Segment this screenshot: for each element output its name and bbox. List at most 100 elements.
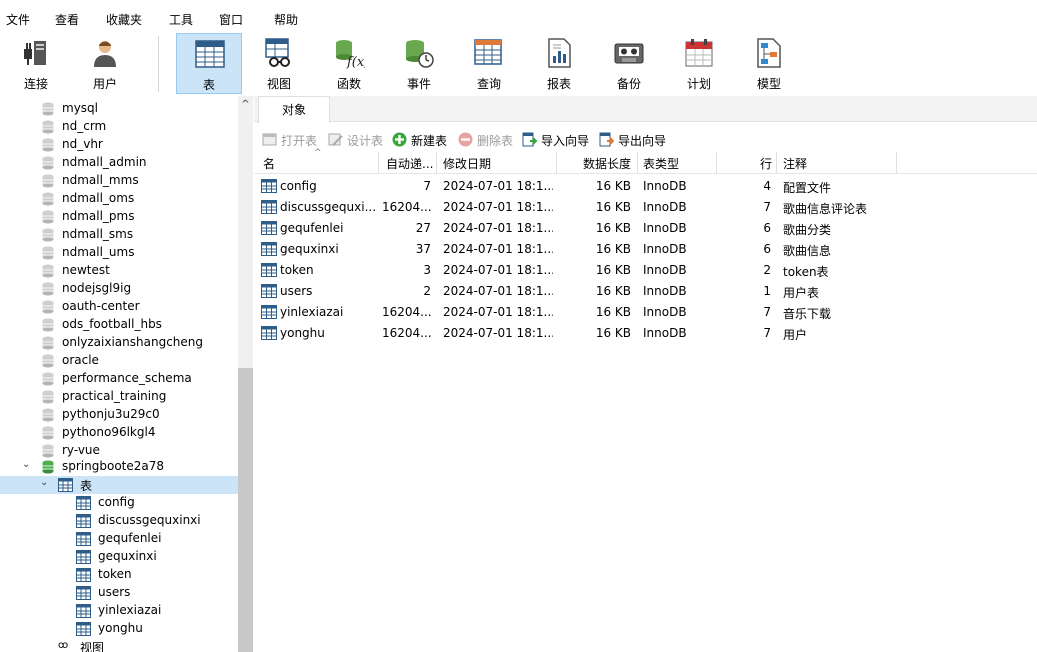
tree-item-database[interactable]: ndmall_ums	[0, 244, 238, 262]
tree-item-table[interactable]: gequxinxi	[0, 548, 238, 566]
tree-item-database[interactable]: oauth-center	[0, 298, 238, 316]
cell-autoinc: 16204...	[382, 200, 431, 214]
connection-tree: mysql nd_crm nd_vhr ndmall_admin ndmall_mms n…	[0, 96, 238, 652]
scroll-up-arrow-icon[interactable]: ^	[238, 96, 253, 114]
column-header-rows[interactable]: 行	[760, 155, 772, 172]
table-row[interactable]: token 3 2024-07-01 18:1... 16 KB InnoDB 2 toke…	[254, 260, 1037, 281]
toolbar-backup-button[interactable]: 备份	[596, 33, 662, 94]
tree-item-database[interactable]: nd_crm	[0, 118, 238, 136]
tree-item-database[interactable]: newtest	[0, 262, 238, 280]
toolbar-user-button[interactable]: 用户	[72, 33, 138, 94]
view-icon	[265, 38, 290, 67]
tree-item-database[interactable]: mysql	[0, 100, 238, 118]
column-divider[interactable]	[896, 152, 897, 174]
menu-file[interactable]: 文件	[6, 11, 30, 28]
menu-tools[interactable]: 工具	[169, 11, 193, 28]
cell-comment: 配置文件	[783, 181, 832, 195]
column-header-name[interactable]: 名	[263, 155, 275, 172]
tree-scrollbar-thumb[interactable]	[238, 368, 253, 652]
table-row[interactable]: config 7 2024-07-01 18:1... 16 KB InnoDB 4 配置文…	[254, 176, 1037, 197]
table-row[interactable]: discussgequxi... 16204... 2024-07-01 18:1.…	[254, 197, 1037, 218]
object-list-header: 名 ^ 自动递... 修改日期 数据长度 表类型 行 注释	[254, 148, 1037, 174]
tree-item-table[interactable]: yinlexiazai	[0, 602, 238, 620]
column-header-comment[interactable]: 注释	[783, 155, 807, 172]
user-icon	[94, 41, 116, 67]
tree-item-database[interactable]: ndmall_oms	[0, 190, 238, 208]
tree-item-label: nodejsgl9ig	[62, 281, 132, 295]
tree-item-label: users	[98, 585, 131, 599]
tree-item-database[interactable]: oracle	[0, 352, 238, 370]
tree-item-database[interactable]: ndmall_pms	[0, 208, 238, 226]
column-divider[interactable]	[776, 152, 777, 174]
tree-item-database[interactable]: ods_football_hbs	[0, 316, 238, 334]
toolbar-view-button[interactable]: 视图	[246, 33, 312, 94]
database-icon	[42, 156, 54, 170]
table-row[interactable]: gequxinxi 37 2024-07-01 18:1... 16 KB InnoDB…	[254, 239, 1037, 260]
tree-item-database[interactable]: ndmall_mms	[0, 172, 238, 190]
cell-type: InnoDB	[643, 179, 687, 193]
tree-item-open-db[interactable]: ⌄ springboote2a78	[0, 458, 238, 476]
chevron-down-icon[interactable]: ⌄	[22, 459, 30, 470]
cell-modified: 2024-07-01 18:1...	[443, 200, 553, 214]
toolbar-event-button[interactable]: 事件	[386, 33, 452, 94]
column-divider[interactable]	[716, 152, 717, 174]
menu-view[interactable]: 查看	[55, 11, 79, 28]
tree-item-table[interactable]: gequfenlei	[0, 530, 238, 548]
database-icon	[42, 282, 54, 296]
toolbar-model-button[interactable]: 模型	[736, 33, 802, 94]
tree-item-database[interactable]: practical_training	[0, 388, 238, 406]
tab-objects[interactable]: 对象	[258, 96, 330, 123]
chevron-down-icon[interactable]: ⌄	[40, 477, 48, 488]
table-icon	[261, 179, 277, 193]
table-row[interactable]: gequfenlei 27 2024-07-01 18:1... 16 KB InnoD…	[254, 218, 1037, 239]
tree-item-label: nd_crm	[62, 119, 107, 133]
tree-item-database[interactable]: pythonju3u29c0	[0, 406, 238, 424]
column-header-type[interactable]: 表类型	[643, 155, 679, 172]
backup-icon	[614, 43, 644, 64]
tree-item-table[interactable]: users	[0, 584, 238, 602]
export-icon	[599, 132, 614, 147]
cell-datalen: 16 KB	[595, 221, 631, 235]
tree-item-label: onlyzaixianshangcheng	[62, 335, 204, 349]
object-toolbar: 打开表 设计表 新建表 删除表 导入向导 导出向导	[254, 128, 1037, 150]
database-icon	[42, 318, 54, 332]
cell-name: gequxinxi	[280, 242, 339, 256]
tree-item-database[interactable]: ndmall_admin	[0, 154, 238, 172]
tree-item-table[interactable]: token	[0, 566, 238, 584]
table-row[interactable]: yinlexiazai 16204... 2024-07-01 18:1... 16 …	[254, 302, 1037, 323]
toolbar-report-button[interactable]: 报表	[526, 33, 592, 94]
design-table-icon	[328, 133, 343, 146]
tree-item-label: yonghu	[98, 621, 143, 635]
menu-help[interactable]: 帮助	[274, 11, 298, 28]
tree-item-database[interactable]: nd_vhr	[0, 136, 238, 154]
column-divider[interactable]	[378, 152, 379, 174]
column-header-datalen[interactable]: 数据长度	[583, 155, 631, 172]
table-row[interactable]: users 2 2024-07-01 18:1... 16 KB InnoDB 1 用户表	[254, 281, 1037, 302]
toolbar-function-button[interactable]: f(x) 函数	[316, 33, 382, 94]
column-divider[interactable]	[436, 152, 437, 174]
column-header-autoinc[interactable]: 自动递...	[386, 155, 433, 172]
toolbar-label: 模型	[756, 77, 781, 91]
table-row[interactable]: yonghu 16204... 2024-07-01 18:1... 16 KB Inn…	[254, 323, 1037, 344]
tree-item-tables-node[interactable]: ⌄ 表	[0, 476, 238, 494]
tree-item-database[interactable]: nodejsgl9ig	[0, 280, 238, 298]
tree-item-database[interactable]: pythono96lkgl4	[0, 424, 238, 442]
menu-favorites[interactable]: 收藏夹	[106, 11, 142, 28]
column-header-modified[interactable]: 修改日期	[443, 155, 491, 172]
column-divider[interactable]	[637, 152, 638, 174]
menu-window[interactable]: 窗口	[219, 11, 243, 28]
cell-autoinc: 37	[415, 242, 431, 256]
cell-rows: 7	[763, 326, 771, 340]
toolbar-connection-button[interactable]: 连接	[3, 33, 69, 94]
tree-item-database[interactable]: performance_schema	[0, 370, 238, 388]
column-divider[interactable]	[556, 152, 557, 174]
tree-item-database[interactable]: ndmall_sms	[0, 226, 238, 244]
tree-item-table[interactable]: config	[0, 494, 238, 512]
tree-item-database[interactable]: onlyzaixianshangcheng	[0, 334, 238, 352]
tree-item-table[interactable]: yonghu	[0, 620, 238, 638]
tree-item-views-node[interactable]: ꝏ 视图	[0, 638, 238, 652]
toolbar-query-button[interactable]: 查询	[456, 33, 522, 94]
toolbar-schedule-button[interactable]: 计划	[666, 33, 732, 94]
tree-item-table[interactable]: discussgequxinxi	[0, 512, 238, 530]
toolbar-table-button[interactable]: 表	[176, 33, 242, 94]
